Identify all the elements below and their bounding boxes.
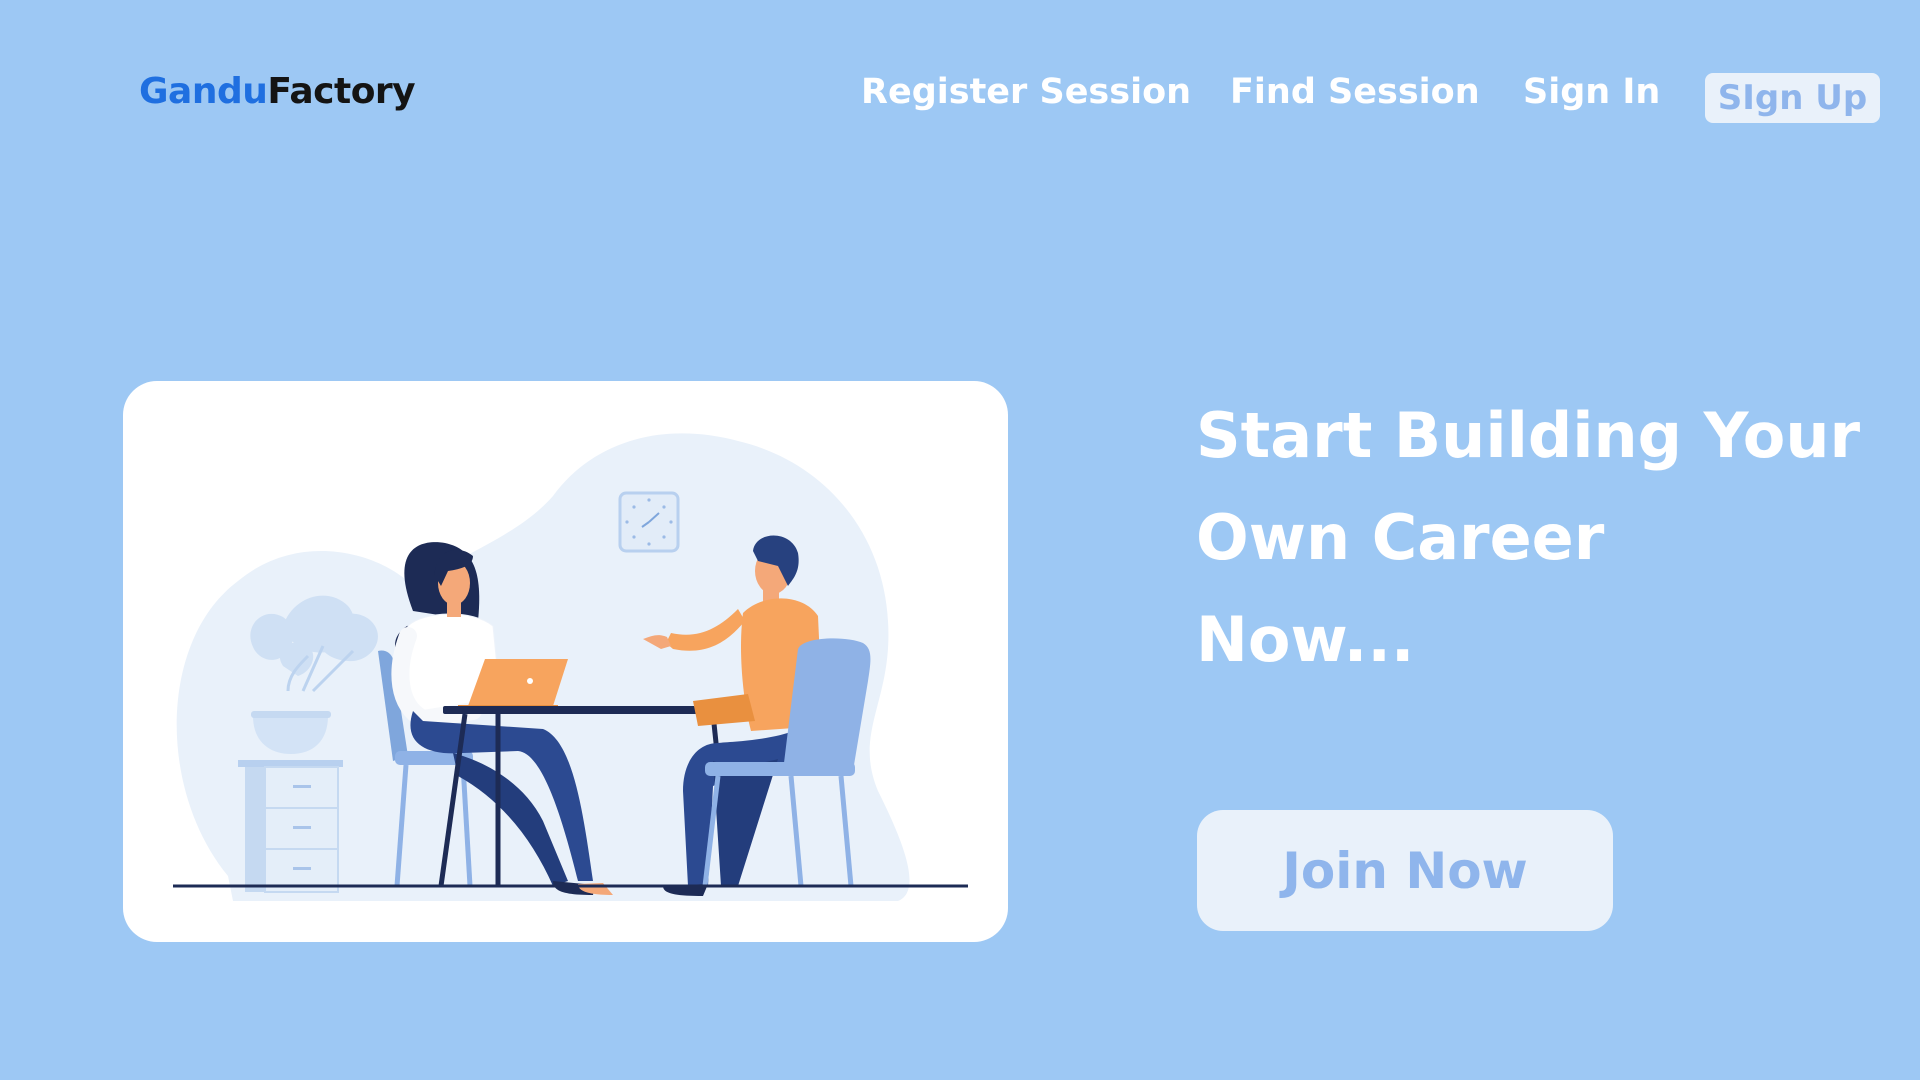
logo-part-factory: Factory [267, 71, 416, 112]
wall-clock-icon [618, 491, 680, 553]
headline-line-1: Start Building Your [1196, 399, 1861, 472]
landing-page: GanduFactory Register Session Find Sessi… [0, 0, 1920, 1080]
headline-line-3: Now... [1196, 603, 1415, 676]
nav-register-session[interactable]: Register Session [861, 66, 1191, 118]
headline-line-2: Own Career [1196, 501, 1605, 574]
interview-illustration [173, 433, 968, 901]
nav-sign-in[interactable]: Sign In [1523, 66, 1660, 118]
logo[interactable]: GanduFactory [139, 66, 416, 118]
join-now-button[interactable]: Join Now [1197, 810, 1613, 931]
logo-part-gandu: Gandu [139, 71, 268, 112]
nav-find-session[interactable]: Find Session [1230, 66, 1480, 118]
drawer-cabinet [238, 760, 343, 893]
hero-illustration-card [123, 381, 1008, 942]
hero-headline: Start Building Your Own Career Now... [1196, 385, 1886, 691]
sign-up-button[interactable]: SIgn Up [1705, 73, 1880, 123]
